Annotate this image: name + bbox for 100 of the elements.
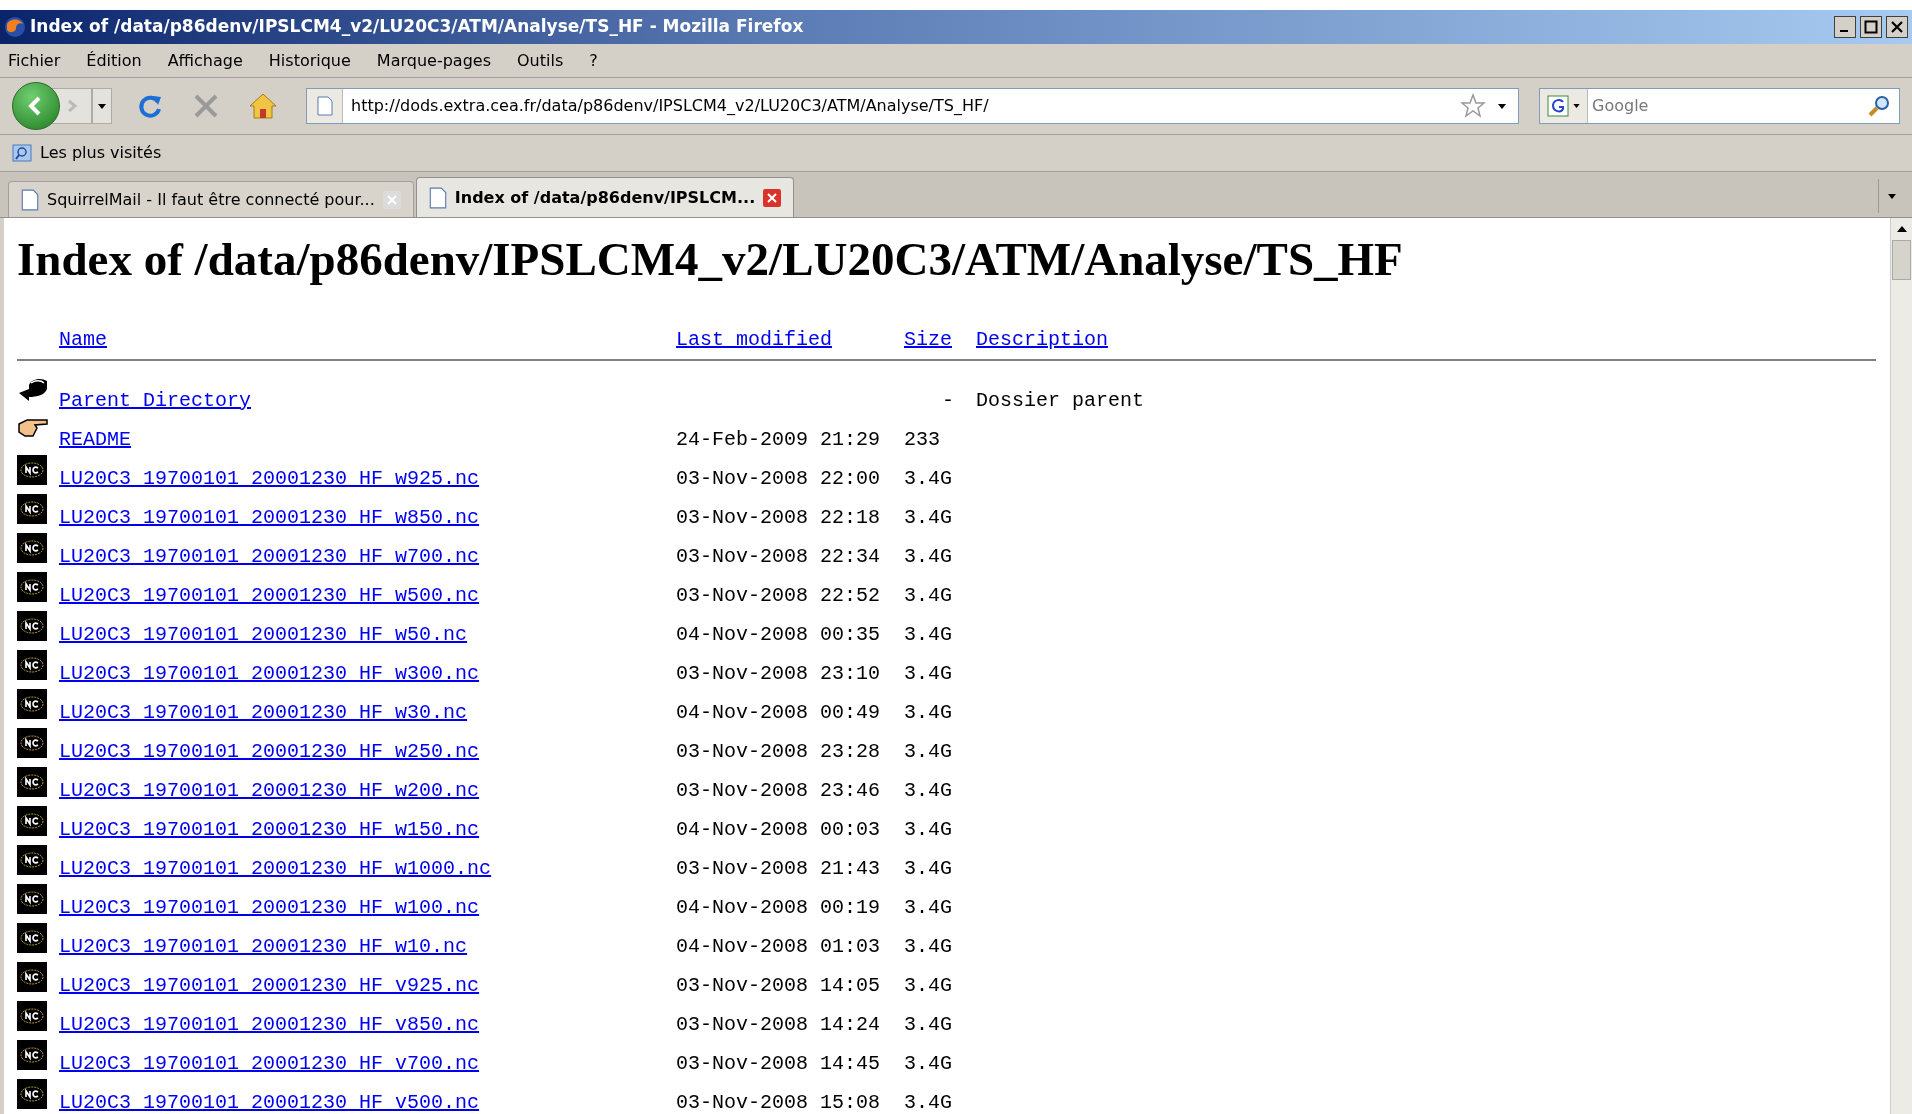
modified-date: 03-Nov-2008 14:45: [676, 1052, 881, 1075]
url-field[interactable]: http://dods.extra.cea.fr/data/p86denv/IPSLCM4_v2/LU20C3/ATM/Analyse/TS_HF/: [306, 88, 1519, 124]
modified-date: 03-Nov-2008 21:43: [676, 857, 881, 880]
file-size: 3.4G: [904, 934, 953, 960]
search-field[interactable]: Google: [1539, 88, 1900, 124]
menu-item[interactable]: ?: [589, 48, 598, 73]
file-link[interactable]: LU20C3_19700101_20001230_HF_w10.nc: [59, 935, 468, 958]
modified-date: 03-Nov-2008 22:52: [676, 584, 881, 607]
modified-date: 03-Nov-2008 23:10: [676, 662, 881, 685]
file-size: 3.4G: [904, 622, 953, 648]
file-size: 3.4G: [904, 583, 953, 609]
file-size: 3.4G: [904, 895, 953, 921]
back-button[interactable]: [12, 82, 60, 130]
menu-item[interactable]: Historique: [268, 48, 351, 73]
browser-tab[interactable]: SquirrelMail - Il faut être connecté pour...: [8, 181, 414, 217]
home-button[interactable]: [248, 92, 278, 120]
file-icon: [17, 650, 47, 680]
modified-date: 24-Feb-2009 21:29: [676, 428, 881, 451]
file-link[interactable]: LU20C3_19700101_20001230_HF_w300.nc: [59, 662, 480, 685]
file-size: 3.4G: [904, 466, 953, 492]
file-icon: [17, 1079, 47, 1109]
menu-item[interactable]: Édition: [86, 48, 142, 73]
scrollbar[interactable]: [1890, 218, 1912, 1114]
file-link[interactable]: LU20C3_19700101_20001230_HF_w150.nc: [59, 818, 480, 841]
modified-date: 04-Nov-2008 00:03: [676, 818, 881, 841]
column-header-link[interactable]: Last modified: [676, 328, 833, 351]
file-icon: [17, 1001, 47, 1031]
caret-icon: [98, 103, 106, 109]
search-icon[interactable]: [1867, 94, 1891, 118]
file-size: 3.4G: [904, 700, 953, 726]
file-link[interactable]: LU20C3_19700101_20001230_HF_v925.nc: [59, 974, 480, 997]
file-link[interactable]: LU20C3_19700101_20001230_HF_w200.nc: [59, 779, 480, 802]
file-link[interactable]: LU20C3_19700101_20001230_HF_v850.nc: [59, 1013, 480, 1036]
file-size: 233: [904, 427, 941, 453]
file-link[interactable]: LU20C3_19700101_20001230_HF_w700.nc: [59, 545, 480, 568]
file-link[interactable]: README: [59, 428, 131, 451]
file-icon: [17, 767, 47, 797]
menu-item[interactable]: Outils: [517, 48, 564, 73]
dropdown-icon[interactable]: [1498, 103, 1506, 109]
file-size: 3.4G: [904, 817, 953, 843]
file-icon: [17, 728, 47, 758]
file-link[interactable]: Parent Directory: [59, 389, 252, 412]
bookmark-folder-icon: [12, 144, 32, 162]
menu-item[interactable]: Affichage: [167, 48, 243, 73]
file-link[interactable]: LU20C3_19700101_20001230_HF_w850.nc: [59, 506, 480, 529]
browser-tab[interactable]: Index of /data/p86denv/IPSLCM...: [415, 177, 795, 217]
file-size: 3.4G: [904, 544, 953, 570]
caret-icon: [1887, 193, 1896, 199]
url-text: http://dods.extra.cea.fr/data/p86denv/IPSLCM4_v2/LU20C3/ATM/Analyse/TS_HF/: [351, 95, 990, 117]
file-icon: [17, 572, 47, 602]
column-header-link[interactable]: Size: [904, 328, 952, 351]
modified-date: 03-Nov-2008 15:08: [676, 1091, 881, 1114]
file-icon: [17, 962, 47, 992]
pointing-hand-icon: [17, 416, 49, 440]
file-link[interactable]: LU20C3_19700101_20001230_HF_w250.nc: [59, 740, 480, 763]
file-size: 3.4G: [904, 1012, 953, 1038]
bookmark-item[interactable]: Les plus visités: [12, 141, 162, 165]
tab-label: SquirrelMail - Il faut être connecté pour...: [47, 188, 375, 211]
file-link[interactable]: LU20C3_19700101_20001230_HF_v500.nc: [59, 1091, 480, 1114]
maximize-icon[interactable]: [1860, 16, 1882, 38]
modified-date: 04-Nov-2008 00:19: [676, 896, 881, 919]
file-size: 3.4G: [904, 1051, 953, 1077]
file-link[interactable]: LU20C3_19700101_20001230_HF_w30.nc: [59, 701, 468, 724]
modified-date: 03-Nov-2008 23:28: [676, 740, 881, 763]
file-icon: [17, 923, 47, 953]
minimize-icon[interactable]: [1834, 16, 1856, 38]
modified-date: 03-Nov-2008 14:05: [676, 974, 881, 997]
close-icon[interactable]: [1886, 16, 1908, 38]
dropdown-icon[interactable]: [1573, 104, 1580, 108]
page-icon: [21, 188, 39, 211]
page-icon: [428, 186, 447, 209]
file-size: 3.4G: [904, 1090, 953, 1114]
app-logo-icon: [4, 16, 26, 38]
file-link[interactable]: LU20C3_19700101_20001230_HF_w500.nc: [59, 584, 480, 607]
file-icon: [17, 689, 47, 719]
file-size: 3.4G: [904, 778, 953, 804]
file-icon: [17, 455, 47, 485]
history-dropdown-button[interactable]: [92, 88, 112, 124]
column-header-link[interactable]: Description: [976, 325, 1109, 355]
search-engine-icon[interactable]: [1547, 95, 1569, 117]
file-size: 3.4G: [904, 505, 953, 531]
page-heading: Index of /data/p86denv/IPSLCM4_v2/LU20C3/ATM/Analyse/TS_HF: [17, 236, 1404, 283]
file-description: Dossier parent: [976, 389, 1145, 412]
file-size: 3.4G: [904, 856, 953, 882]
file-link[interactable]: LU20C3_19700101_20001230_HF_w1000.nc: [59, 857, 492, 880]
column-header-link[interactable]: Name: [59, 328, 107, 351]
menu-item[interactable]: Fichier: [8, 48, 61, 73]
file-link[interactable]: LU20C3_19700101_20001230_HF_w100.nc: [59, 896, 480, 919]
file-link[interactable]: LU20C3_19700101_20001230_HF_w50.nc: [59, 623, 468, 646]
search-input[interactable]: Google: [1588, 94, 1867, 118]
star-icon[interactable]: [1460, 93, 1486, 119]
scroll-up-icon[interactable]: [1896, 226, 1907, 232]
scrollbar-thumb[interactable]: [1892, 240, 1911, 280]
file-link[interactable]: LU20C3_19700101_20001230_HF_w925.nc: [59, 467, 480, 490]
file-icon: [17, 806, 47, 836]
file-icon: [17, 1040, 47, 1070]
menu-item[interactable]: Marque-pages: [376, 48, 491, 73]
file-size: 3.4G: [904, 739, 953, 765]
file-link[interactable]: LU20C3_19700101_20001230_HF_v700.nc: [59, 1052, 480, 1075]
modified-date: 04-Nov-2008 01:03: [676, 935, 881, 958]
